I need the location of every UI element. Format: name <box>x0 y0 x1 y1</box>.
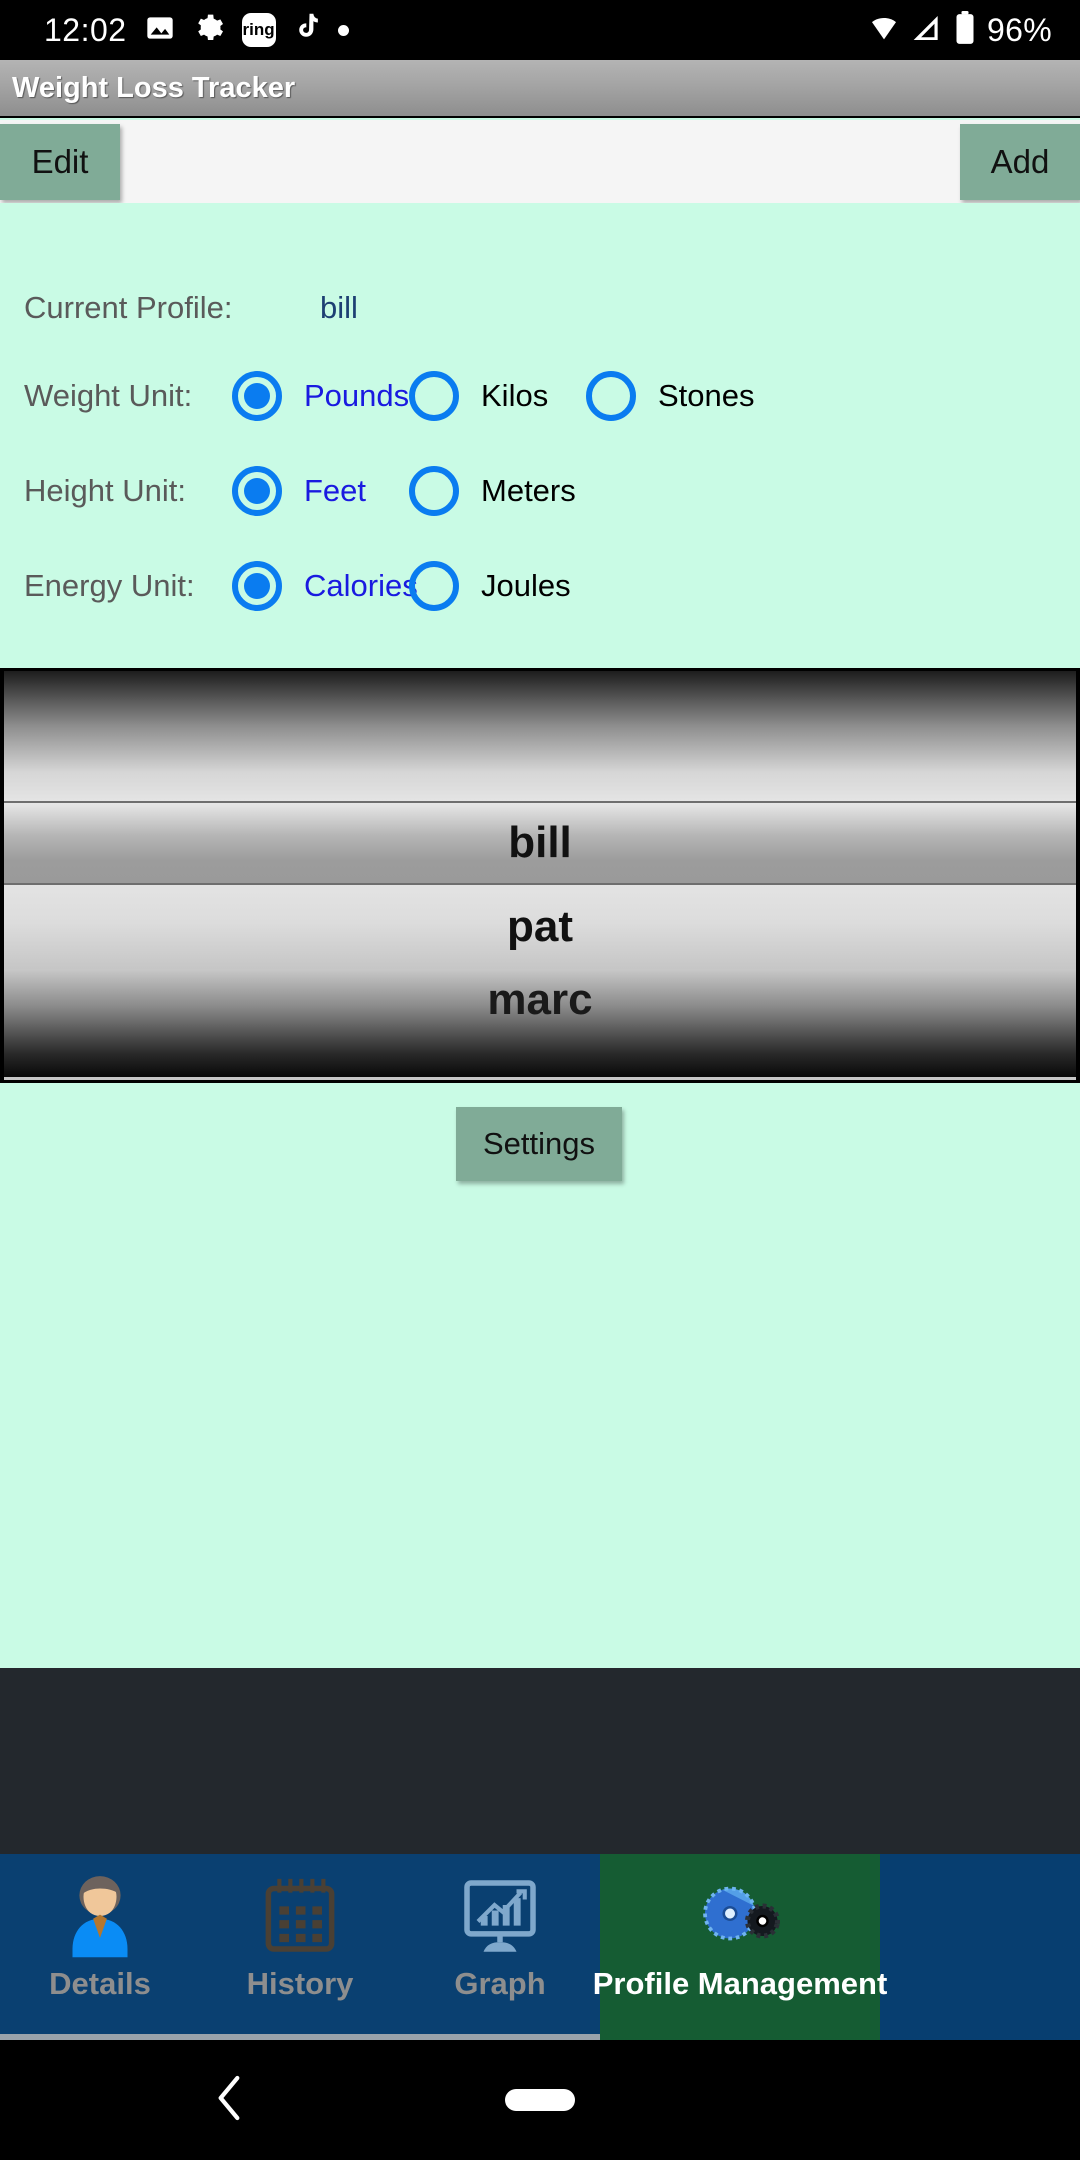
weight-option-pounds[interactable]: Pounds <box>232 371 409 421</box>
weight-option-kilos[interactable]: Kilos <box>409 371 548 421</box>
energy-option-calories[interactable]: Calories <box>232 561 418 611</box>
unit-settings-panel: Current Profile: bill Weight Unit: Pound… <box>0 203 1080 668</box>
ring-app-icon: ring <box>241 13 276 47</box>
spinner-item-bill[interactable]: bill <box>4 801 1076 885</box>
weight-option-stones[interactable]: Stones <box>586 371 755 421</box>
radio-meters-icon[interactable] <box>409 466 459 516</box>
spinner-item-blank[interactable] <box>4 671 1076 801</box>
status-bar-left: 12:02 ring <box>0 12 349 49</box>
radio-stones-icon[interactable] <box>586 371 636 421</box>
add-button[interactable]: Add <box>960 123 1080 200</box>
height-option-feet[interactable]: Feet <box>232 466 366 516</box>
radio-calories-icon[interactable] <box>232 561 282 611</box>
weight-option-pounds-label: Pounds <box>304 378 410 413</box>
spinner-item-pat[interactable]: pat <box>4 885 1076 969</box>
current-profile-row: Current Profile: bill <box>0 274 1080 342</box>
weight-unit-row: Weight Unit: Pounds Kilos Stones <box>0 362 1080 430</box>
tab-details-label: Details <box>49 1966 151 2001</box>
height-unit-row: Height Unit: Feet Meters <box>0 457 1080 525</box>
android-nav-bar <box>0 2040 1080 2160</box>
spinner-item-marc-label: marc <box>487 975 593 1024</box>
home-pill-icon[interactable] <box>505 2089 575 2111</box>
tab-graph[interactable]: Graph <box>400 1854 600 2040</box>
tiktok-icon <box>293 12 321 49</box>
bottom-tab-bar: Details History Graph Profile Management <box>0 1854 1080 2040</box>
weight-option-stones-label: Stones <box>658 378 755 413</box>
current-profile-label: Current Profile: <box>24 290 233 325</box>
profile-spinner[interactable]: bill pat marc <box>0 668 1080 1083</box>
status-bar-right: 96% <box>868 10 1080 50</box>
spinner-item-pat-label: pat <box>507 902 573 951</box>
tab-details[interactable]: Details <box>0 1854 200 2040</box>
cellular-signal-icon <box>911 12 943 49</box>
tab-profile-management-label: Profile Management <box>592 1966 888 2001</box>
weight-option-kilos-label: Kilos <box>481 378 549 413</box>
image-icon <box>144 12 176 49</box>
profile-spinner-viewport[interactable]: bill pat marc <box>4 671 1076 1080</box>
back-chevron-icon[interactable] <box>212 2073 246 2128</box>
energy-option-calories-label: Calories <box>304 568 418 603</box>
height-option-feet-label: Feet <box>304 473 367 508</box>
edit-button[interactable]: Edit <box>0 123 120 200</box>
tab-history[interactable]: History <box>200 1854 400 2040</box>
dot-icon <box>337 24 349 36</box>
monitor-chart-icon <box>456 1868 544 1964</box>
status-bar-clock: 12:02 <box>44 12 127 48</box>
tab-profile-management[interactable]: Profile Management <box>593 1854 887 2040</box>
person-avatar-icon <box>56 1868 144 1964</box>
battery-icon <box>954 10 976 50</box>
height-option-meters-label: Meters <box>481 473 576 508</box>
dark-background-filler <box>0 1668 1080 1854</box>
radio-joules-icon[interactable] <box>409 561 459 611</box>
status-bar: 12:02 ring 96% <box>0 0 1080 60</box>
settings-button-area: Settings <box>0 1083 1080 1668</box>
radio-feet-icon[interactable] <box>232 466 282 516</box>
app-title: Weight Loss Tracker <box>12 71 296 104</box>
energy-option-joules-label: Joules <box>481 568 571 603</box>
spinner-item-marc[interactable]: marc <box>4 969 1076 1077</box>
tab-history-label: History <box>246 1966 354 2001</box>
wifi-icon <box>868 12 900 49</box>
energy-option-joules[interactable]: Joules <box>409 561 571 611</box>
gears-icon <box>690 1868 790 1964</box>
gear-icon <box>193 12 225 49</box>
height-option-meters[interactable]: Meters <box>409 466 576 516</box>
action-toolbar: Edit Add <box>0 120 1080 203</box>
battery-percent-label: 96% <box>987 11 1052 48</box>
current-profile-value: bill <box>320 290 358 325</box>
tab-graph-label: Graph <box>454 1966 546 2001</box>
app-screen: 12:02 ring 96% Weight Loss Tracker Edit … <box>0 0 1080 2160</box>
radio-kilos-icon[interactable] <box>409 371 459 421</box>
spinner-item-bill-label: bill <box>508 818 572 867</box>
energy-unit-row: Energy Unit: Calories Joules <box>0 552 1080 620</box>
settings-button[interactable]: Settings <box>456 1107 622 1181</box>
radio-pounds-icon[interactable] <box>232 371 282 421</box>
app-title-bar: Weight Loss Tracker <box>0 60 1080 118</box>
calendar-icon <box>256 1868 344 1964</box>
